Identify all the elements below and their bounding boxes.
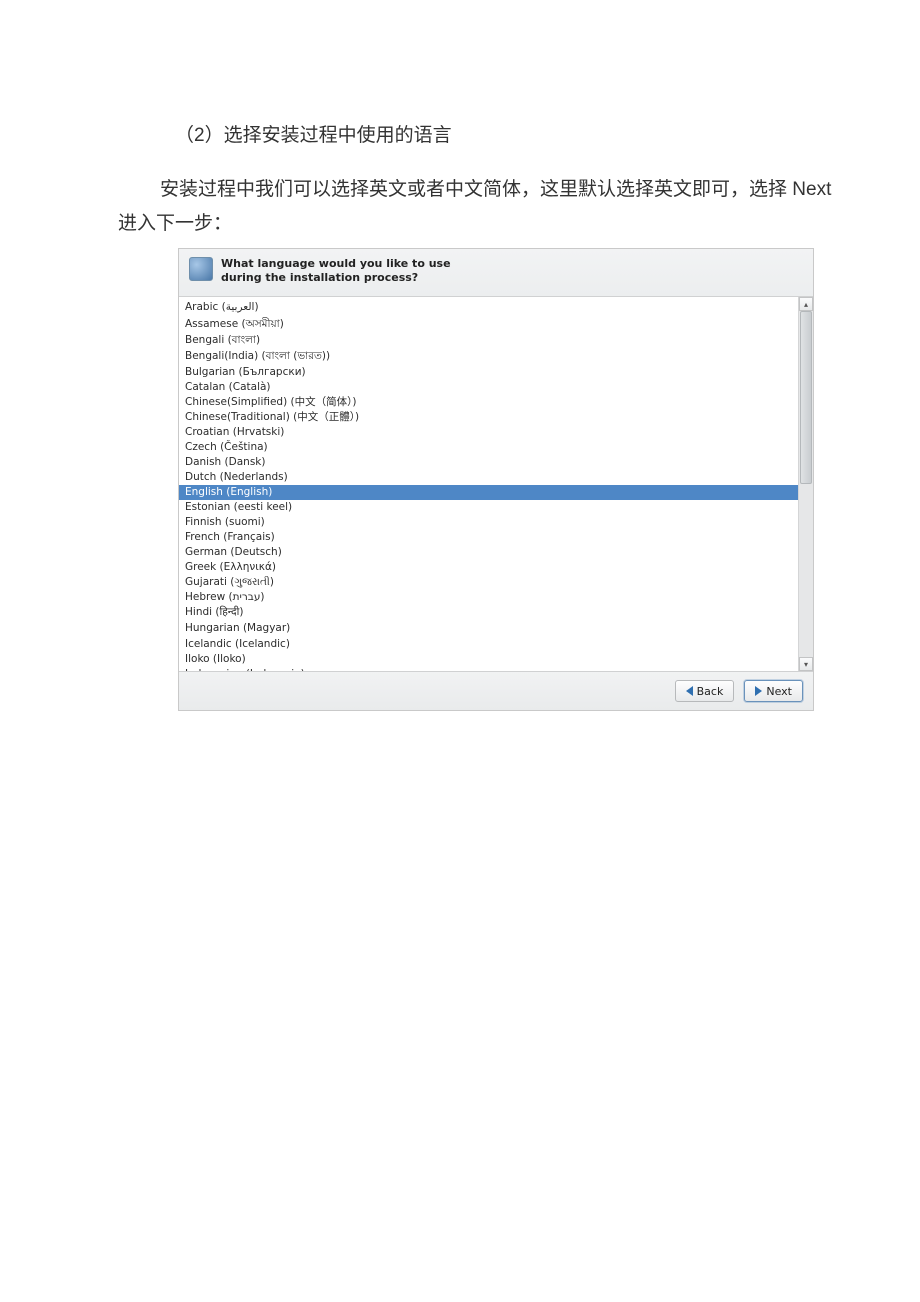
section-heading: （2）选择安装过程中使用的语言 xyxy=(0,120,920,147)
language-option[interactable]: Chinese(Simplified) (中文（简体）) xyxy=(179,395,798,410)
vertical-scrollbar[interactable]: ▴ ▾ xyxy=(798,297,813,671)
language-option[interactable]: Greek (Ελληνικά) xyxy=(179,560,798,575)
language-option[interactable]: Estonian (eesti keel) xyxy=(179,500,798,515)
installer-window: What language would you like to use duri… xyxy=(178,248,814,712)
language-option[interactable]: Chinese(Traditional) (中文（正體）) xyxy=(179,410,798,425)
next-button[interactable]: Next xyxy=(744,680,803,702)
language-option[interactable]: Croatian (Hrvatski) xyxy=(179,425,798,440)
language-option[interactable]: Danish (Dansk) xyxy=(179,455,798,470)
scroll-track[interactable] xyxy=(799,311,813,657)
installer-prompt: What language would you like to use duri… xyxy=(221,257,491,285)
language-option[interactable]: Finnish (suomi) xyxy=(179,515,798,530)
installer-header: What language would you like to use duri… xyxy=(179,249,813,298)
language-option[interactable]: Gujarati (ગુજરાતી) xyxy=(179,575,798,590)
language-option[interactable]: Hebrew (עברית) xyxy=(179,590,798,605)
next-word-inline: Next xyxy=(792,179,831,200)
language-option[interactable]: Indonesian (Indonesia) xyxy=(179,667,798,671)
language-option[interactable]: Bengali(India) (বাংলা (ভারত)) xyxy=(179,348,798,365)
scroll-thumb[interactable] xyxy=(800,311,812,484)
document-page: （2）选择安装过程中使用的语言 安装过程中我们可以选择英文或者中文简体，这里默认… xyxy=(0,0,920,1302)
language-option[interactable]: Czech (Čeština) xyxy=(179,440,798,455)
language-list[interactable]: Arabic (العربية)Assamese (অসমীয়া)Bengal… xyxy=(179,297,798,671)
language-option[interactable]: Bulgarian (Български) xyxy=(179,365,798,380)
section-paragraph-line2: 进入下一步： xyxy=(0,209,920,239)
installer-body: Arabic (العربية)Assamese (অসমীয়া)Bengal… xyxy=(179,297,813,671)
language-option[interactable]: French (Français) xyxy=(179,530,798,545)
section-paragraph-line1: 安装过程中我们可以选择英文或者中文简体，这里默认选择英文即可，选择 Next xyxy=(0,175,920,205)
language-option[interactable]: Dutch (Nederlands) xyxy=(179,470,798,485)
scroll-up-button[interactable]: ▴ xyxy=(799,297,813,311)
language-option[interactable]: Assamese (অসমীয়া) xyxy=(179,316,798,333)
language-option[interactable]: Hungarian (Magyar) xyxy=(179,620,798,637)
next-button-label: Next xyxy=(766,685,792,698)
language-option[interactable]: Catalan (Català) xyxy=(179,380,798,395)
scroll-down-button[interactable]: ▾ xyxy=(799,657,813,671)
globe-icon xyxy=(189,257,213,281)
language-option[interactable]: Arabic (العربية) xyxy=(179,299,798,316)
language-option[interactable]: Bengali (বাংলা) xyxy=(179,333,798,348)
arrow-left-icon xyxy=(686,686,693,696)
installer-footer: Back Next xyxy=(179,671,813,710)
language-option[interactable]: English (English) xyxy=(179,485,798,500)
back-button[interactable]: Back xyxy=(675,680,735,702)
language-option[interactable]: German (Deutsch) xyxy=(179,545,798,560)
arrow-right-icon xyxy=(755,686,762,696)
back-button-label: Back xyxy=(697,685,724,698)
language-option[interactable]: Hindi (हिन्दी) xyxy=(179,605,798,620)
para-text-1: 安装过程中我们可以选择英文或者中文简体，这里默认选择英文即可，选择 xyxy=(160,179,792,200)
language-option[interactable]: Icelandic (Icelandic) xyxy=(179,637,798,652)
language-option[interactable]: Iloko (Iloko) xyxy=(179,652,798,667)
